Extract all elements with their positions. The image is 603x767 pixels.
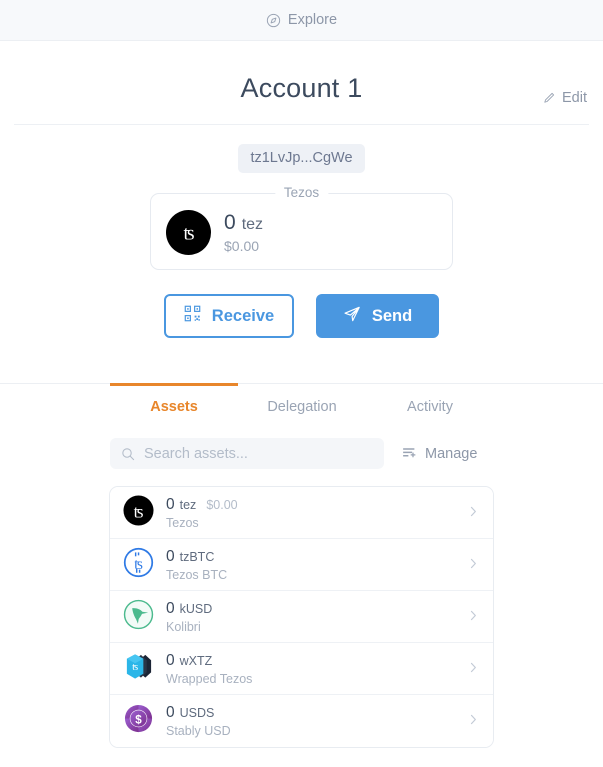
address-row: tz1LvJp...CgWe [0,144,603,173]
pencil-icon [542,91,556,105]
tezos-balance-card: Tezos ʦ 0 tez $0.00 [150,185,453,270]
svg-text:ʦ: ʦ [132,661,138,672]
search-box[interactable] [110,438,384,469]
chevron-right-icon [468,712,479,730]
asset-symbol: USDS [179,706,215,720]
tab-assets-label: Assets [150,399,198,415]
tab-delegation-label: Delegation [267,399,337,415]
explore-bar: Explore [0,0,603,41]
asset-info: 0 USDS Stably USD [166,704,468,738]
asset-fiat: $0.00 [206,497,238,512]
svg-text:ʦ: ʦ [134,555,143,572]
tab-activity[interactable]: Activity [366,383,494,431]
account-address-chip[interactable]: tz1LvJp...CgWe [238,144,365,173]
asset-symbol: tez [179,497,197,512]
edit-label: Edit [562,90,587,106]
asset-amount: 0 [166,599,175,617]
chevron-right-icon [468,608,479,626]
chevron-right-icon [468,660,479,678]
asset-name: Tezos BTC [166,567,228,582]
compass-icon [266,13,281,28]
edit-account-button[interactable]: Edit [542,90,587,106]
kolibri-icon [123,599,166,635]
tezos-logo-icon: ʦ [166,210,211,255]
manage-assets-button[interactable]: Manage [402,446,477,462]
asset-amount: 0 [166,495,175,513]
balance-amount: 0 [224,211,236,234]
asset-amount: 0 [166,651,175,669]
tezos-logo-icon: ʦ [123,494,166,531]
asset-name: Tezos [166,515,199,530]
explore-button[interactable]: Explore [266,12,337,28]
asset-info: 0 tzBTC Tezos BTC [166,548,468,582]
asset-symbol: tzBTC [179,549,215,564]
tzbtc-icon: ʦ [123,547,166,583]
send-button[interactable]: Send [316,294,439,338]
qr-code-icon [184,305,201,327]
asset-info: 0 tez $0.00 Tezos [166,496,468,530]
list-item[interactable]: 0 kUSD Kolibri [110,591,493,643]
svg-text:$: $ [135,713,142,726]
usds-icon: $ [123,703,166,739]
receive-label: Receive [211,306,275,325]
balance-card-legend: Tezos [274,185,329,200]
manage-list-icon [402,446,417,461]
tab-delegation[interactable]: Delegation [238,383,366,431]
chevron-right-icon [468,556,479,574]
wallet-app: Explore Edit Account 1 tz1LvJp...CgWe Te… [0,0,603,767]
tab-activity-label: Activity [407,399,453,415]
account-header: Edit Account 1 [0,41,603,125]
list-item[interactable]: ʦ 0 tzBTC Tezos BTC [110,539,493,591]
chevron-right-icon [468,504,479,522]
receive-button[interactable]: Receive [164,294,294,338]
send-label: Send [371,306,413,325]
asset-info: 0 kUSD Kolibri [166,600,468,634]
asset-list: ʦ 0 tez $0.00 Tezos ʦ 0 tzBTC Tezos BTC … [109,486,494,748]
asset-name: Kolibri [166,619,201,634]
balance-fiat: $0.00 [224,238,260,254]
list-item[interactable]: ʦ 0 tez $0.00 Tezos [110,487,493,539]
tab-assets[interactable]: Assets [110,383,238,431]
asset-info: 0 wXTZ Wrapped Tezos [166,652,468,686]
asset-symbol: wXTZ [179,653,213,668]
search-input[interactable] [144,445,373,462]
page-title: Account 1 [240,73,363,103]
action-buttons: Receive Send [0,294,603,338]
list-item[interactable]: ʦ 0 wXTZ Wrapped Tezos [110,643,493,695]
account-tabs: Assets Delegation Activity [0,383,603,431]
search-icon [121,447,135,461]
list-item[interactable]: $ 0 USDS Stably USD [110,695,493,747]
header-divider [14,124,589,125]
explore-label: Explore [287,12,338,28]
asset-name: Wrapped Tezos [166,671,253,686]
asset-amount: 0 [166,547,175,565]
svg-text:ʦ: ʦ [183,223,194,244]
balance-symbol: tez [241,216,264,233]
wxtz-icon: ʦ [123,651,166,687]
asset-amount: 0 [166,704,175,721]
asset-name: Stably USD [166,724,231,738]
paper-plane-icon [343,305,361,328]
svg-text:ʦ: ʦ [134,501,144,521]
manage-label: Manage [425,445,478,462]
asset-symbol: kUSD [179,601,213,616]
asset-tools: Manage [0,431,603,469]
